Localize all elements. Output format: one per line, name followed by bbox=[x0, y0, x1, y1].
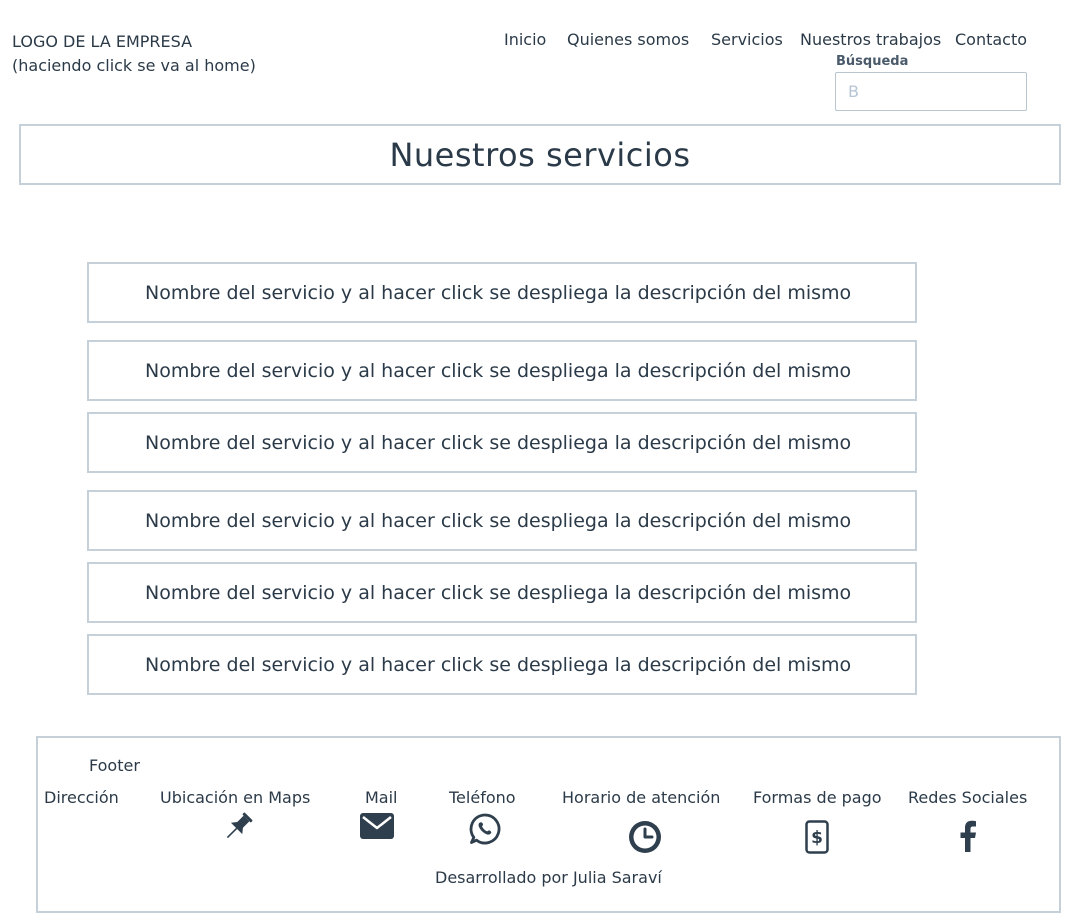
nav-contacto[interactable]: Contacto bbox=[955, 30, 1027, 50]
facebook-icon[interactable] bbox=[958, 820, 978, 852]
mail-icon[interactable] bbox=[360, 813, 394, 839]
footer-horario: Horario de atención bbox=[562, 788, 721, 807]
footer-credit: Desarrollado por Julia Saraví bbox=[435, 868, 662, 887]
service-item[interactable]: Nombre del servicio y al hacer click se … bbox=[87, 490, 917, 551]
footer-direccion: Dirección bbox=[44, 788, 119, 807]
logo-subtext: (haciendo click se va al home) bbox=[12, 56, 256, 75]
footer-title: Footer bbox=[89, 756, 140, 775]
service-item[interactable]: Nombre del servicio y al hacer click se … bbox=[87, 634, 917, 695]
whatsapp-icon[interactable] bbox=[468, 812, 502, 846]
search-input[interactable] bbox=[835, 72, 1027, 111]
svg-text:$: $ bbox=[811, 828, 823, 848]
page-title-box: Nuestros servicios bbox=[19, 124, 1061, 185]
nav-nuestros-trabajos[interactable]: Nuestros trabajos bbox=[800, 30, 941, 50]
logo-text: LOGO DE LA EMPRESA bbox=[12, 32, 193, 51]
nav-servicios[interactable]: Servicios bbox=[711, 30, 783, 50]
service-item[interactable]: Nombre del servicio y al hacer click se … bbox=[87, 412, 917, 473]
service-item[interactable]: Nombre del servicio y al hacer click se … bbox=[87, 562, 917, 623]
service-item[interactable]: Nombre del servicio y al hacer click se … bbox=[87, 340, 917, 401]
nav-quienes-somos[interactable]: Quienes somos bbox=[567, 30, 689, 50]
page-title: Nuestros servicios bbox=[389, 135, 691, 174]
payment-dollar-icon: $ bbox=[805, 820, 829, 854]
nav-inicio[interactable]: Inicio bbox=[504, 30, 546, 50]
company-logo[interactable]: LOGO DE LA EMPRESA (haciendo click se va… bbox=[12, 30, 256, 78]
footer-ubicacion-maps[interactable]: Ubicación en Maps bbox=[160, 788, 310, 808]
service-item[interactable]: Nombre del servicio y al hacer click se … bbox=[87, 262, 917, 323]
search-label: Búsqueda bbox=[836, 54, 909, 69]
pushpin-icon[interactable] bbox=[221, 810, 255, 844]
footer-redes-sociales: Redes Sociales bbox=[908, 788, 1028, 807]
clock-icon bbox=[628, 820, 662, 854]
footer-formas-pago: Formas de pago bbox=[753, 788, 882, 807]
footer: Footer Dirección Ubicación en Maps Mail … bbox=[36, 736, 1061, 913]
footer-mail[interactable]: Mail bbox=[365, 788, 398, 808]
footer-telefono[interactable]: Teléfono bbox=[449, 788, 516, 808]
